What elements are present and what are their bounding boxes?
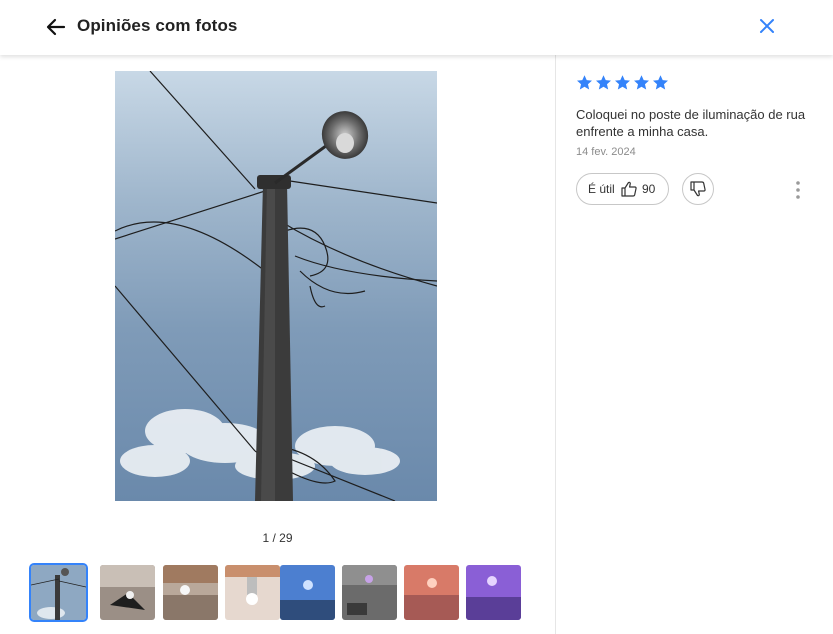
review-text: Coloquei no poste de iluminação de rua e…: [576, 107, 806, 139]
star-icon: [653, 75, 668, 90]
not-useful-button[interactable]: [682, 173, 714, 205]
thumbnail-1[interactable]: [29, 563, 88, 622]
useful-button[interactable]: É útil 90: [576, 173, 669, 205]
thumbnail-2[interactable]: [100, 565, 155, 620]
thumbnail-8[interactable]: [466, 565, 521, 620]
photo-gallery: 1 / 29: [0, 55, 555, 634]
more-options-icon[interactable]: [791, 179, 805, 201]
main-review-photo: [115, 71, 437, 501]
star-icon: [577, 75, 592, 90]
thumbnail-4[interactable]: [225, 565, 280, 620]
photo-counter: 1 / 29: [262, 531, 293, 545]
page-title: Opiniões com fotos: [77, 16, 238, 35]
arrow-left-icon[interactable]: [44, 15, 68, 39]
review-date: 14 fev. 2024: [576, 146, 636, 158]
vertical-divider: [555, 55, 556, 634]
star-icon: [596, 75, 611, 90]
star-icon: [634, 75, 649, 90]
useful-count: 90: [642, 182, 656, 196]
thumbs-down-icon: [690, 181, 706, 197]
star-icon: [615, 75, 630, 90]
header-bar: Opiniões com fotos: [0, 0, 833, 55]
review-panel: Coloquei no poste de iluminação de rua e…: [576, 74, 806, 158]
thumbnail-7[interactable]: [404, 565, 459, 620]
thumbnail-3[interactable]: [163, 565, 218, 620]
thumbnail-5[interactable]: [280, 565, 335, 620]
close-icon[interactable]: [756, 15, 778, 37]
thumbs-up-icon: [621, 181, 637, 197]
useful-label: É útil: [588, 182, 615, 196]
star-rating: [576, 74, 806, 92]
thumbnail-6[interactable]: [342, 565, 397, 620]
